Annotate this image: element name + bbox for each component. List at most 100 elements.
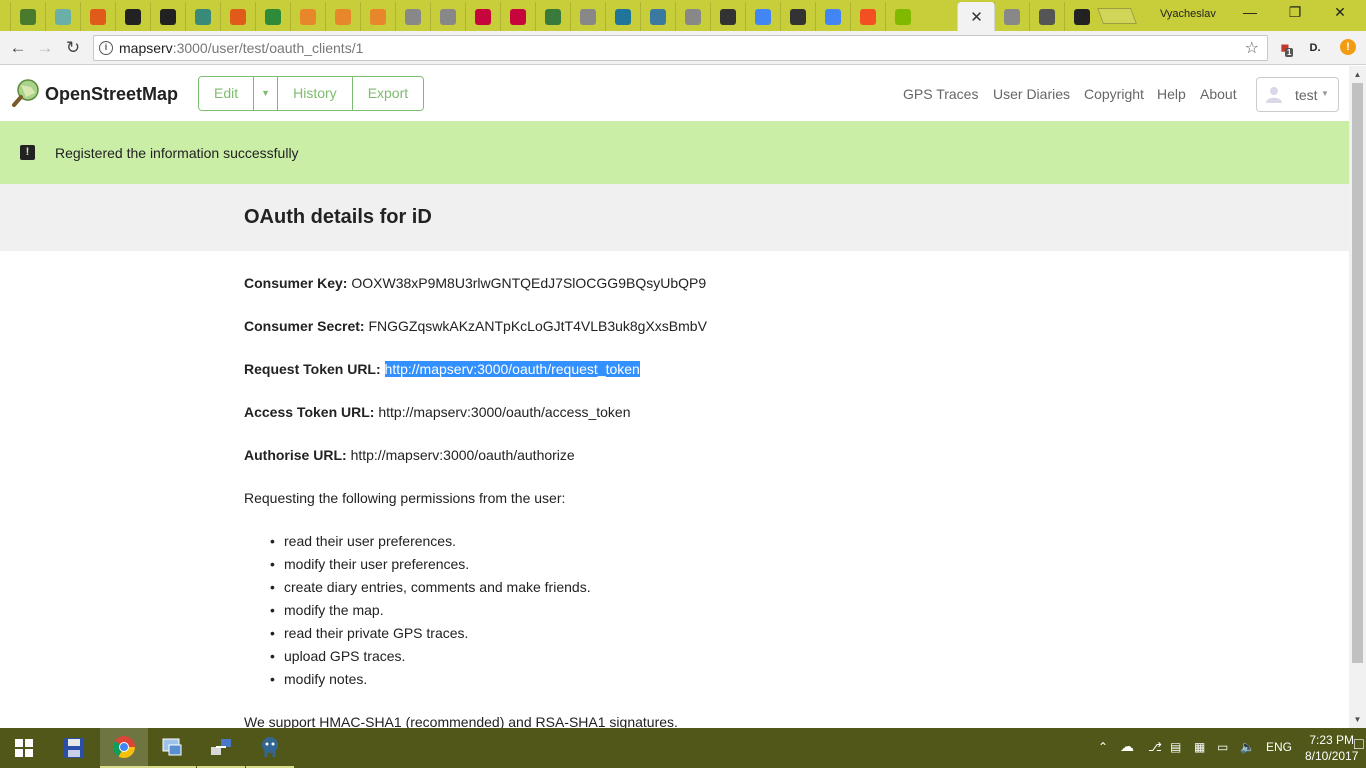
edit-dropdown-icon[interactable]: ▼: [254, 77, 279, 110]
grid-icon: [194, 8, 211, 25]
volume-icon[interactable]: 🔈: [1240, 740, 1255, 754]
browser-tab[interactable]: [885, 2, 919, 31]
taskbar-clock[interactable]: 7:23 PM 8/10/2017: [1305, 732, 1358, 764]
save-app-icon[interactable]: [50, 728, 98, 768]
windows-start-icon[interactable]: [0, 728, 48, 768]
page-icon: [1003, 8, 1020, 25]
scrollbar-thumb[interactable]: [1352, 83, 1363, 663]
browser-tab[interactable]: [570, 2, 604, 31]
chrome-taskbar-icon[interactable]: [100, 728, 148, 768]
browser-tab[interactable]: [605, 2, 639, 31]
browser-tab[interactable]: [10, 2, 44, 31]
extension-d-icon[interactable]: D.: [1306, 39, 1324, 57]
minimize-icon[interactable]: —: [1230, 4, 1270, 20]
onedrive-icon[interactable]: ☁: [1120, 738, 1134, 755]
browser-tab[interactable]: [360, 2, 394, 31]
reload-icon[interactable]: ↻: [61, 36, 85, 60]
browser-tab[interactable]: [45, 2, 79, 31]
list-item: read their private GPS traces.: [270, 625, 468, 641]
nav-about[interactable]: About: [1200, 86, 1237, 102]
browser-tab[interactable]: [430, 2, 464, 31]
restore-icon[interactable]: ❐: [1275, 4, 1315, 21]
browser-tab[interactable]: [815, 2, 849, 31]
notification-icon[interactable]: □: [1354, 736, 1364, 754]
close-window-icon[interactable]: ✕: [1320, 4, 1360, 21]
url-text[interactable]: mapserv:3000/user/test/oauth_clients/1: [119, 40, 363, 56]
audio-icon: [1038, 8, 1055, 25]
browser-tab-active[interactable]: ✕: [957, 2, 995, 31]
browser-tab[interactable]: [745, 2, 779, 31]
close-tab-icon[interactable]: ✕: [970, 8, 983, 26]
nav-gps-traces[interactable]: GPS Traces: [903, 86, 978, 102]
network-tool-icon[interactable]: [197, 728, 245, 768]
language-indicator[interactable]: ENG: [1266, 740, 1292, 754]
page-icon: [684, 8, 701, 25]
ext-badge: 1: [1285, 48, 1294, 57]
nav-copyright[interactable]: Copyright: [1084, 86, 1144, 102]
browser-toolbar: ← → ↻ i mapserv:3000/user/test/oauth_cli…: [0, 31, 1366, 65]
list-item: create diary entries, comments and make …: [270, 579, 591, 595]
history-button[interactable]: History: [278, 77, 353, 110]
windows-taskbar: ⌃ ☁ ⎇ ▤ ▦ ▭ 🔈 ENG 7:23 PM 8/10/2017 □: [0, 728, 1366, 768]
postgresql-icon[interactable]: [246, 728, 294, 768]
bluetooth-icon[interactable]: ⎇: [1148, 740, 1162, 754]
site-brand[interactable]: OpenStreetMap: [45, 84, 178, 105]
osm-icon: [19, 8, 36, 25]
browser-tab[interactable]: [255, 2, 289, 31]
asterisk-icon: [89, 8, 106, 25]
request-token-label: Request Token URL:: [244, 361, 381, 377]
user-menu-button[interactable]: test ▼: [1256, 77, 1339, 112]
export-button[interactable]: Export: [352, 77, 424, 110]
browser-tab[interactable]: [994, 2, 1028, 31]
browser-tab[interactable]: [1064, 2, 1098, 31]
browser-tab[interactable]: [185, 2, 219, 31]
back-icon[interactable]: ←: [6, 36, 30, 60]
forward-icon[interactable]: →: [33, 36, 57, 60]
battery-icon[interactable]: ▭: [1217, 740, 1228, 754]
remote-desktop-icon[interactable]: [148, 728, 196, 768]
browser-tab-strip: ✕ Vyacheslav — ❐ ✕: [0, 0, 1366, 31]
browser-tab[interactable]: [465, 2, 499, 31]
edit-button-group: Edit ▼ History Export: [198, 76, 425, 111]
browser-tab[interactable]: [850, 2, 884, 31]
osm-logo-icon[interactable]: [11, 78, 41, 108]
scroll-down-icon[interactable]: ▼: [1349, 711, 1366, 728]
browser-tab[interactable]: [290, 2, 324, 31]
browser-tab[interactable]: [535, 2, 569, 31]
browser-tab[interactable]: [780, 2, 814, 31]
nav-help[interactable]: Help: [1157, 86, 1186, 102]
browser-tab[interactable]: [325, 2, 359, 31]
bookmark-star-icon[interactable]: ☆: [1245, 38, 1259, 58]
request-token-url: http://mapserv:3000/oauth/request_token: [384, 361, 640, 377]
profile-name[interactable]: Vyacheslav: [1160, 8, 1216, 20]
browser-tab[interactable]: [395, 2, 429, 31]
new-tab-button[interactable]: [1097, 8, 1137, 24]
browser-tab[interactable]: [1029, 2, 1063, 31]
address-bar[interactable]: i mapserv:3000/user/test/oauth_clients/1…: [93, 35, 1268, 61]
page-scrollbar[interactable]: ▲ ▼: [1349, 66, 1366, 728]
tray-chevron-up-icon[interactable]: ⌃: [1098, 740, 1108, 754]
site-header: OpenStreetMap Edit ▼ History Export GPS …: [0, 66, 1349, 121]
browser-tab[interactable]: [115, 2, 149, 31]
edit-button[interactable]: Edit: [199, 77, 255, 110]
microsoft-icon: [859, 8, 876, 25]
browser-tab[interactable]: [710, 2, 744, 31]
info-icon[interactable]: i: [99, 41, 113, 55]
nav-user-diaries[interactable]: User Diaries: [993, 86, 1070, 102]
browser-tab[interactable]: [675, 2, 709, 31]
scroll-up-icon[interactable]: ▲: [1349, 66, 1366, 83]
authorise-url: http://mapserv:3000/oauth/authorize: [350, 447, 575, 463]
keyboard-icon[interactable]: ▦: [1194, 740, 1205, 754]
browser-tab[interactable]: [640, 2, 674, 31]
display-icon[interactable]: ▤: [1170, 740, 1181, 754]
ublock-icon[interactable]: ◼1: [1276, 39, 1294, 57]
consumer-key-label: Consumer Key:: [244, 275, 348, 291]
consumer-secret-row: Consumer Secret: FNGGZqswkAKzANTpKcLoGJt…: [244, 318, 707, 334]
page-icon: [404, 8, 421, 25]
browser-tab[interactable]: [500, 2, 534, 31]
browser-tab[interactable]: [80, 2, 114, 31]
browser-tab[interactable]: [220, 2, 254, 31]
chrome-menu-icon[interactable]: !: [1340, 39, 1356, 55]
github-icon: [159, 8, 176, 25]
browser-tab[interactable]: [150, 2, 184, 31]
